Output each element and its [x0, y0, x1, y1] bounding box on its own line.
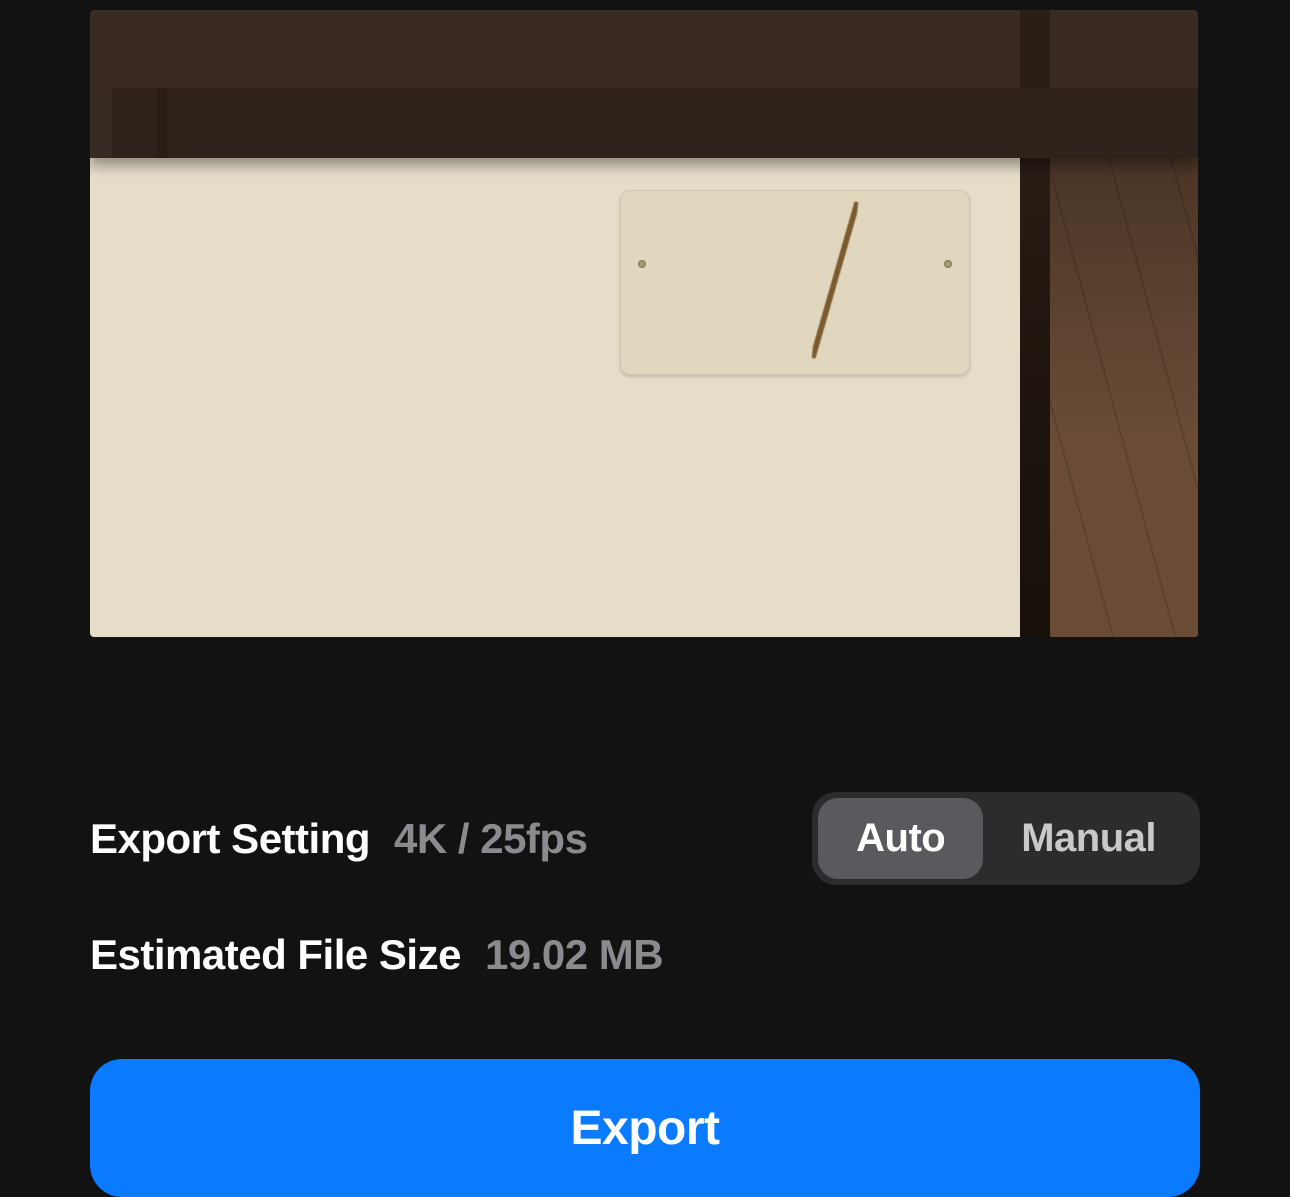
mode-segmented-control: Auto Manual	[812, 792, 1200, 885]
estimated-file-size-value: 19.02 MB	[485, 931, 663, 979]
mode-auto-button[interactable]: Auto	[818, 798, 983, 879]
export-button[interactable]: Export	[90, 1059, 1200, 1197]
mode-manual-button[interactable]: Manual	[983, 798, 1194, 879]
estimated-file-size-label: Estimated File Size	[90, 931, 461, 979]
export-setting-value: 4K / 25fps	[394, 815, 587, 863]
video-preview[interactable]	[90, 10, 1198, 637]
export-setting-label: Export Setting	[90, 815, 370, 863]
